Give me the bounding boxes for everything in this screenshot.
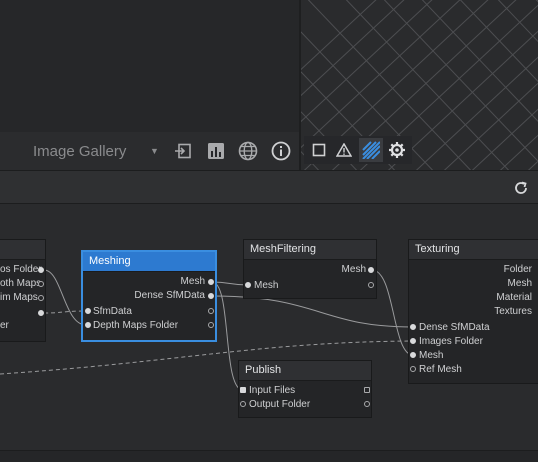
edge-meshfiltering-to-texturing — [371, 269, 414, 356]
attr-label: er — [0, 320, 9, 331]
input-images-folder-label: Images Folder — [419, 336, 483, 347]
output-mesh-label: Mesh — [180, 276, 205, 287]
node-title: Meshing — [83, 252, 215, 272]
attr-label: os Folder — [0, 264, 42, 275]
output-port[interactable] — [208, 322, 214, 328]
output-port[interactable] — [364, 401, 370, 407]
input-mesh-label: Mesh — [419, 350, 444, 361]
input-port[interactable] — [410, 338, 416, 344]
input-port[interactable] — [410, 352, 416, 358]
input-port[interactable] — [240, 387, 246, 393]
edge-left-to-sfmdata — [43, 310, 87, 314]
edge-densesfm-to-texturing — [211, 295, 414, 328]
output-port[interactable] — [208, 293, 214, 299]
output-material-label: Material — [496, 292, 532, 303]
output-folder-label: Output Folder — [249, 399, 311, 410]
input-port[interactable] — [410, 324, 416, 330]
status-bar — [0, 450, 538, 462]
input-ref-mesh-label: Ref Mesh — [419, 364, 462, 375]
output-folder-label: Folder — [503, 264, 532, 275]
node-title: MeshFiltering — [244, 240, 376, 260]
node-title: Publish — [239, 361, 371, 381]
output-port[interactable] — [38, 281, 44, 287]
output-port[interactable] — [208, 279, 214, 285]
input-port[interactable] — [245, 282, 251, 288]
input-port[interactable] — [85, 322, 91, 328]
attr-label: oth Maps — [0, 278, 42, 289]
output-port[interactable] — [38, 295, 44, 301]
input-port[interactable] — [85, 308, 91, 314]
input-dense-sfmdata-label: Dense SfMData — [419, 322, 490, 333]
output-port[interactable] — [208, 308, 214, 314]
output-port[interactable] — [38, 310, 44, 316]
output-port[interactable] — [38, 267, 44, 273]
output-port[interactable] — [364, 387, 370, 393]
node-title: Texturing — [409, 240, 538, 260]
output-mesh-label: Mesh — [507, 278, 532, 289]
input-port[interactable] — [410, 366, 416, 372]
input-files-label: Input Files — [249, 385, 296, 396]
output-port[interactable] — [368, 282, 374, 288]
output-textures-label: Textures — [494, 306, 532, 317]
edge-left-to-depthmaps — [43, 269, 87, 326]
output-dense-sfmdata-label: Dense SfMData — [134, 290, 205, 301]
input-sfmdata-label: SfmData — [93, 306, 132, 317]
attr-label: im Maps — [0, 292, 38, 303]
output-port[interactable] — [368, 267, 374, 273]
input-mesh-label: Mesh — [254, 280, 279, 291]
input-depthmaps-label: Depth Maps Folder — [93, 320, 179, 331]
input-port[interactable] — [240, 401, 246, 407]
node-title — [0, 240, 45, 260]
output-mesh-label: Mesh — [341, 264, 366, 275]
